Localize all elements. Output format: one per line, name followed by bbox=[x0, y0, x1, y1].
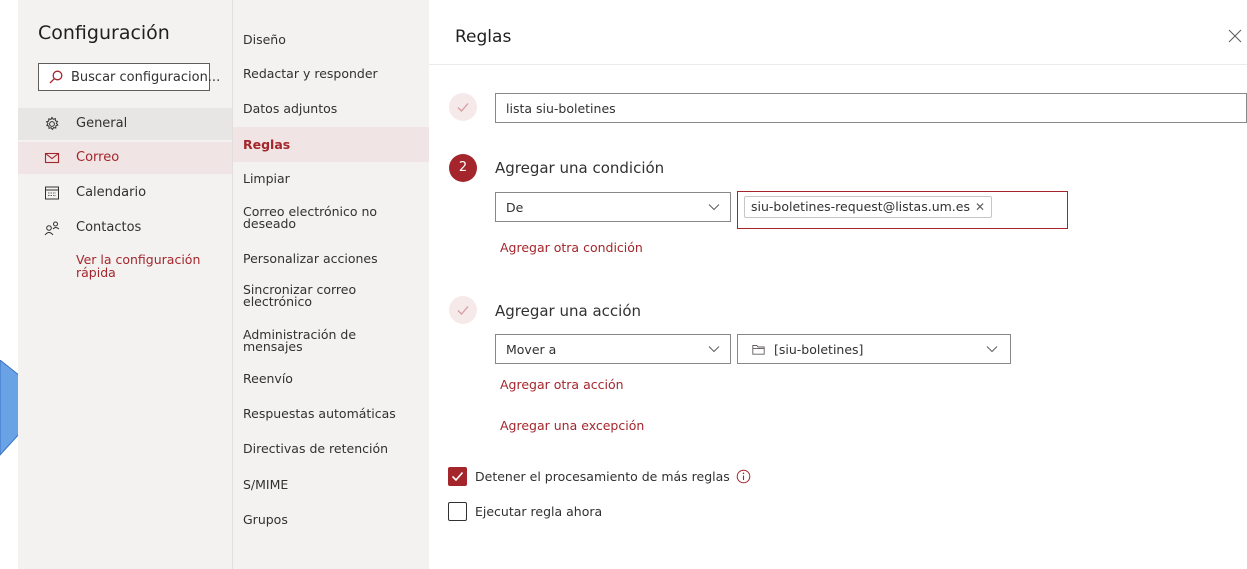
menu-item-label: Diseño bbox=[243, 32, 286, 47]
nav-label-contactos: Contactos bbox=[76, 220, 142, 235]
calendar-icon bbox=[45, 186, 59, 200]
menu-item-label: Redactar y responder bbox=[243, 66, 378, 81]
settings-search-input[interactable]: Buscar configuracion... bbox=[38, 63, 220, 91]
menu-item-smime[interactable]: S/MIME bbox=[233, 473, 429, 497]
menu-item-diseno[interactable]: Diseño bbox=[233, 28, 429, 52]
menu-item-label: Personalizar acciones bbox=[243, 251, 378, 266]
menu-item-label: Administración de mensajes bbox=[243, 327, 357, 354]
menu-item-label: Correo electrónico no deseado bbox=[243, 204, 378, 231]
nav-item-calendario[interactable]: Calendario bbox=[18, 177, 232, 209]
menu-item-label: Reglas bbox=[243, 137, 291, 152]
chevron-down-icon bbox=[986, 346, 998, 353]
menu-item-directivas[interactable]: Directivas de retención bbox=[233, 437, 429, 461]
menu-item-grupos[interactable]: Grupos bbox=[233, 508, 429, 532]
address-chip-text: siu-boletines-request@listas.um.es bbox=[751, 199, 970, 214]
menu-item-respuestas-automaticas[interactable]: Respuestas automáticas bbox=[233, 402, 429, 426]
action-heading: Agregar una acción bbox=[495, 302, 642, 320]
step-3-complete bbox=[449, 296, 477, 324]
step-2-indicator: 2 bbox=[449, 154, 477, 182]
action-folder-dropdown[interactable]: [siu-boletines] bbox=[737, 334, 1011, 364]
header-divider bbox=[429, 64, 1247, 65]
close-icon[interactable] bbox=[1227, 28, 1243, 44]
condition-heading: Agregar una condición bbox=[495, 159, 665, 177]
menu-item-administracion[interactable]: Administración de mensajes bbox=[233, 323, 429, 359]
menu-item-reglas[interactable]: Reglas bbox=[233, 127, 429, 162]
menu-item-datos-adjuntos[interactable]: Datos adjuntos bbox=[233, 97, 429, 121]
checkmark-icon bbox=[457, 306, 469, 315]
nav-item-correo[interactable]: Correo bbox=[18, 142, 232, 174]
chip-remove-icon[interactable]: ✕ bbox=[975, 200, 985, 214]
rules-title: Reglas bbox=[455, 27, 512, 47]
menu-item-label: Directivas de retención bbox=[243, 441, 389, 456]
rule-name-value: lista siu-boletines bbox=[506, 101, 616, 116]
nav-label-calendario: Calendario bbox=[76, 185, 147, 200]
add-action-link[interactable]: Agregar otra acción bbox=[500, 377, 624, 392]
menu-item-redactar[interactable]: Redactar y responder bbox=[233, 62, 429, 86]
action-folder-value: [siu-boletines] bbox=[774, 342, 864, 357]
run-now-checkbox[interactable] bbox=[448, 502, 467, 521]
address-chip: siu-boletines-request@listas.um.es ✕ bbox=[744, 196, 993, 218]
rule-name-input[interactable]: lista siu-boletines bbox=[495, 93, 1247, 123]
add-exception-link[interactable]: Agregar una excepción bbox=[500, 418, 644, 433]
condition-type-value: De bbox=[506, 200, 524, 215]
menu-item-label: Limpiar bbox=[243, 171, 290, 186]
menu-item-label: Grupos bbox=[243, 512, 288, 527]
nav-item-general[interactable]: General bbox=[18, 108, 232, 140]
action-type-dropdown[interactable]: Mover a bbox=[495, 334, 731, 364]
action-type-value: Mover a bbox=[506, 342, 557, 357]
condition-value-field[interactable]: siu-boletines-request@listas.um.es ✕ bbox=[737, 191, 1068, 229]
mail-settings-menu: Diseño Redactar y responder Datos adjunt… bbox=[232, 0, 429, 569]
menu-item-label: Sincronizar correo electrónico bbox=[243, 282, 357, 309]
nav-item-contactos[interactable]: Contactos bbox=[18, 212, 232, 244]
menu-item-label: Respuestas automáticas bbox=[243, 406, 396, 421]
menu-item-no-deseado[interactable]: Correo electrónico no deseado bbox=[233, 200, 429, 236]
search-icon bbox=[49, 70, 63, 84]
chevron-down-icon bbox=[708, 204, 720, 211]
stop-processing-label: Detener el procesamiento de más reglas bbox=[475, 469, 730, 484]
stop-processing-checkbox[interactable] bbox=[448, 467, 467, 486]
mail-icon bbox=[44, 152, 60, 164]
add-condition-link[interactable]: Agregar otra condición bbox=[500, 240, 643, 255]
nav-label-correo: Correo bbox=[76, 150, 120, 165]
settings-panel: Configuración Buscar configuracion... Ge… bbox=[18, 0, 1247, 569]
rules-pane: Reglas lista siu-boletines 2 Agregar una… bbox=[429, 0, 1247, 569]
people-icon bbox=[44, 221, 60, 236]
search-placeholder: Buscar configuracion... bbox=[71, 70, 221, 85]
menu-item-label: Reenvío bbox=[243, 371, 293, 386]
step-1-complete bbox=[449, 93, 477, 121]
menu-item-label: Datos adjuntos bbox=[243, 101, 338, 116]
menu-item-limpiar[interactable]: Limpiar bbox=[233, 167, 429, 191]
folder-icon bbox=[752, 345, 765, 355]
checkmark-icon bbox=[451, 471, 464, 482]
gear-icon bbox=[45, 116, 59, 131]
quick-settings-link[interactable]: Ver la configuración rápida bbox=[76, 253, 216, 279]
menu-item-label: S/MIME bbox=[243, 477, 289, 492]
settings-title: Configuración bbox=[38, 22, 170, 44]
chevron-down-icon bbox=[708, 346, 720, 353]
info-icon[interactable] bbox=[736, 469, 751, 484]
checkmark-icon bbox=[457, 103, 469, 112]
menu-item-personalizar-acciones[interactable]: Personalizar acciones bbox=[233, 247, 429, 271]
menu-item-reenvio[interactable]: Reenvío bbox=[233, 367, 429, 391]
menu-item-sincronizar[interactable]: Sincronizar correo electrónico bbox=[233, 278, 429, 314]
condition-type-dropdown[interactable]: De bbox=[495, 192, 731, 222]
run-now-label: Ejecutar regla ahora bbox=[475, 504, 603, 519]
nav-label-general: General bbox=[76, 116, 128, 131]
settings-sidebar: Configuración Buscar configuracion... Ge… bbox=[18, 0, 232, 569]
